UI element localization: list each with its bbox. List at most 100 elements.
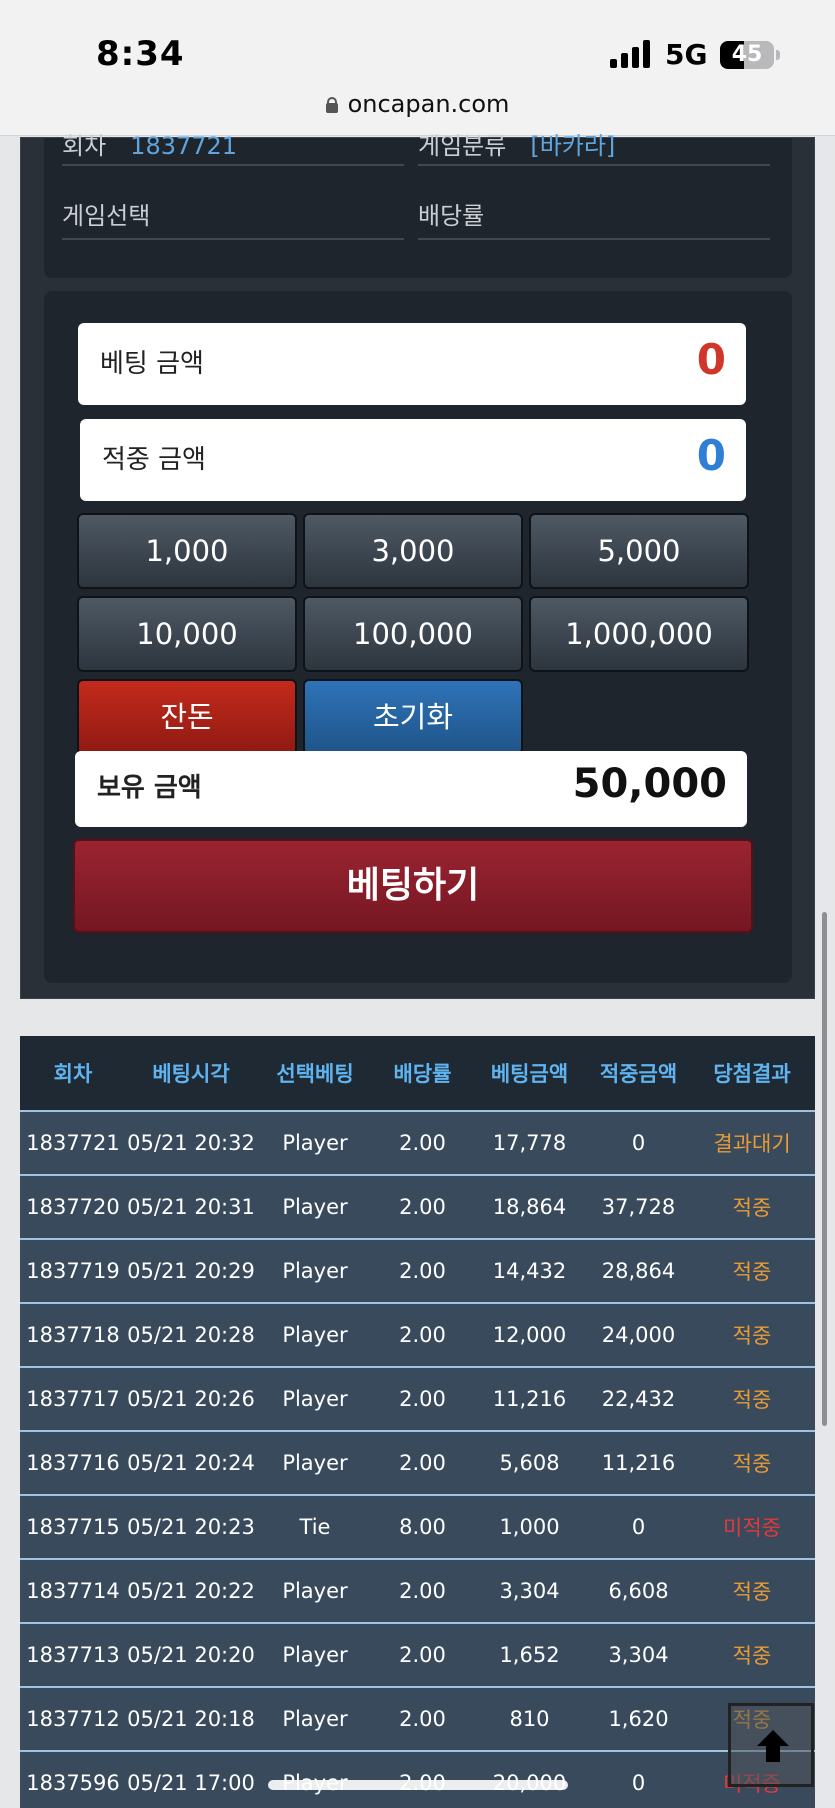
chip-1000000-button[interactable]: 1,000,000 — [529, 596, 749, 672]
cell-result: 적중 — [732, 1580, 772, 1604]
cell-bet-time: 05/21 20:20 — [127, 1643, 255, 1667]
table-row: 1837717 05/21 20:26 Player 2.00 11,216 22,432… — [20, 1366, 815, 1430]
cell-win-amount: 0 — [631, 1771, 646, 1795]
cell-selection: Player — [282, 1643, 348, 1667]
cell-round: 1837720 — [26, 1195, 120, 1219]
table-row: 1837719 05/21 20:29 Player 2.00 14,432 28,864… — [20, 1238, 815, 1302]
cell-result: 결과대기 — [713, 1132, 791, 1156]
table-row: 1837713 05/21 20:20 Player 2.00 1,652 3,304 적중 — [20, 1622, 815, 1686]
cell-selection: Player — [282, 1323, 348, 1347]
cell-bet-amount: 11,216 — [492, 1387, 567, 1411]
cell-bet-time: 05/21 20:23 — [127, 1515, 255, 1539]
cell-result: 적중 — [732, 1388, 772, 1412]
chip-3000-button[interactable]: 3,000 — [303, 513, 523, 589]
cell-selection: Tie — [299, 1515, 331, 1539]
cell-selection: Player — [282, 1195, 348, 1219]
round-label: 회차 — [62, 132, 107, 160]
bet-amount-value: 0 — [696, 335, 726, 384]
table-row: 1837720 05/21 20:31 Player 2.00 18,864 37,728… — [20, 1174, 815, 1238]
table-row: 1837718 05/21 20:28 Player 2.00 12,000 24,000… — [20, 1302, 815, 1366]
round-field: 회차 1837721 — [62, 126, 404, 166]
cell-bet-time: 05/21 20:26 — [127, 1387, 255, 1411]
cell-selection: Player — [282, 1131, 348, 1155]
chip-10000-button[interactable]: 10,000 — [77, 596, 297, 672]
address-bar[interactable]: oncapan.com — [0, 90, 835, 118]
battery-tip — [776, 50, 780, 60]
cell-odds: 2.00 — [399, 1707, 446, 1731]
cell-round: 1837718 — [26, 1323, 120, 1347]
cell-win-amount: 24,000 — [601, 1323, 676, 1347]
cell-round: 1837714 — [26, 1579, 120, 1603]
cell-bet-amount: 1,000 — [499, 1515, 560, 1539]
place-bet-button[interactable]: 베팅하기 — [73, 839, 753, 933]
col-round: 회차 — [53, 1062, 93, 1086]
cell-selection: Player — [282, 1707, 348, 1731]
table-header: 회차 베팅시각 선택베팅 배당률 베팅금액 적중금액 당첨결과 — [20, 1036, 815, 1110]
table-row: 1837716 05/21 20:24 Player 2.00 5,608 11,216 적… — [20, 1430, 815, 1494]
cell-bet-amount: 14,432 — [492, 1259, 567, 1283]
chip-1000-button[interactable]: 1,000 — [77, 513, 297, 589]
cell-result: 미적중 — [723, 1516, 781, 1540]
bet-history-table: 회차 베팅시각 선택베팅 배당률 베팅금액 적중금액 당첨결과 1837721 0… — [20, 1036, 815, 1808]
cell-bet-amount: 1,652 — [499, 1643, 560, 1667]
table-row: 1837715 05/21 20:23 Tie 8.00 1,000 0 미적중 — [20, 1494, 815, 1558]
cell-bet-amount: 3,304 — [499, 1579, 560, 1603]
page-scrollbar[interactable] — [822, 912, 827, 1426]
chip-5000-button[interactable]: 5,000 — [529, 513, 749, 589]
cell-selection: Player — [282, 1387, 348, 1411]
col-odds: 배당률 — [393, 1062, 452, 1086]
table-row: 1837721 05/21 20:32 Player 2.00 17,778 0 결과대기 — [20, 1110, 815, 1174]
col-selection: 선택베팅 — [276, 1062, 354, 1086]
col-win-amount: 적중금액 — [599, 1062, 678, 1086]
odds-label: 배당률 — [418, 202, 485, 230]
col-bet-amount: 베팅금액 — [490, 1062, 569, 1086]
bet-slip: 베팅 금액 0 적중 금액 0 1,000 3,000 5,000 10,000… — [44, 291, 792, 983]
cell-bet-time: 05/21 20:29 — [127, 1259, 255, 1283]
cell-win-amount: 37,728 — [601, 1195, 676, 1219]
cell-win-amount: 6,608 — [608, 1579, 669, 1603]
cell-odds: 2.00 — [399, 1323, 446, 1347]
cell-round: 1837712 — [26, 1707, 120, 1731]
win-amount-field: 적중 금액 0 — [80, 419, 746, 501]
cell-odds: 2.00 — [399, 1451, 446, 1475]
cell-bet-time: 05/21 20:31 — [127, 1195, 255, 1219]
cell-round: 1837715 — [26, 1515, 120, 1539]
battery-icon: 45 — [720, 41, 774, 69]
cell-win-amount: 22,432 — [601, 1387, 676, 1411]
chip-100000-button[interactable]: 100,000 — [303, 596, 523, 672]
table-row: 183771205/21 20:18Player2.008101,620적중 — [20, 1686, 815, 1750]
change-button[interactable]: 잔돈 — [77, 679, 297, 755]
game-select-field[interactable]: 게임선택 — [62, 194, 404, 240]
holding-amount-field: 보유 금액 50,000 — [75, 751, 747, 827]
cell-bet-time: 05/21 20:32 — [127, 1131, 255, 1155]
cell-result: 적중 — [732, 1644, 772, 1668]
cell-bet-amount: 17,778 — [492, 1131, 567, 1155]
game-select-label: 게임선택 — [62, 202, 151, 230]
cell-win-amount: 1,620 — [608, 1707, 669, 1731]
cell-bet-amount: 18,864 — [492, 1195, 567, 1219]
bet-amount-field: 베팅 금액 0 — [78, 323, 746, 405]
cell-round: 1837713 — [26, 1643, 120, 1667]
scroll-top-button[interactable] — [728, 1703, 814, 1787]
cell-odds: 2.00 — [399, 1579, 446, 1603]
game-type-label: 게임분류 — [418, 132, 507, 160]
lock-icon — [325, 97, 338, 113]
game-type-value: [바카라] — [530, 132, 616, 160]
betting-panel: 회차 1837721 게임분류 [바카라] 게임선택 배당률 베팅 금액 0 적중 … — [20, 132, 815, 999]
cell-odds: 2.00 — [399, 1195, 446, 1219]
odds-field: 배당률 — [418, 194, 770, 240]
cell-win-amount: 3,304 — [608, 1643, 669, 1667]
cell-selection: Player — [282, 1259, 348, 1283]
home-indicator[interactable] — [268, 1780, 568, 1790]
cell-win-amount: 28,864 — [601, 1259, 676, 1283]
cell-odds: 2.00 — [399, 1131, 446, 1155]
cell-win-amount: 11,216 — [601, 1451, 676, 1475]
reset-button[interactable]: 초기화 — [303, 679, 523, 755]
cell-result: 적중 — [732, 1452, 772, 1476]
table-row: 1837714 05/21 20:22 Player 2.00 3,304 6,608 적중 — [20, 1558, 815, 1622]
cell-round: 1837596 — [26, 1771, 120, 1795]
table-body: 1837721 05/21 20:32 Player 2.00 17,778 0 결과대기 1… — [20, 1110, 815, 1808]
cell-selection: Player — [282, 1579, 348, 1603]
browser-status-bar: 8:34 5G 45 oncapan.com — [0, 0, 835, 136]
cell-odds: 2.00 — [399, 1259, 446, 1283]
